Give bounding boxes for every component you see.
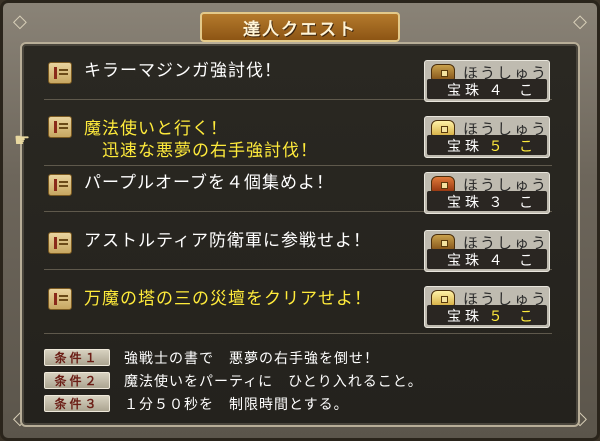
reward-item-name: 宝珠	[447, 139, 483, 155]
condition-row: 条件１ 強戦士の書で 悪夢の右手強を倒せ！	[44, 348, 552, 368]
reward-item-count: ５ こ	[488, 309, 539, 325]
scroll-icon	[48, 174, 72, 196]
condition-badge: 条件２	[44, 372, 110, 389]
quest-row[interactable]: アストルティア防衛軍に参戦せよ！ ほうしゅう 宝珠 ４ こ	[44, 226, 552, 272]
reward-item-count: ４ こ	[488, 83, 539, 99]
condition-text: １分５０秒を 制限時間とする。	[124, 397, 349, 413]
reward-box: ほうしゅう 宝珠 ５ こ	[424, 286, 550, 328]
window-title: 達人クエスト	[200, 12, 400, 42]
quest-title: パープルオーブを４個集めよ！	[84, 173, 334, 193]
treasure-chest-icon	[431, 120, 455, 136]
scroll-icon	[48, 232, 72, 254]
quest-row[interactable]: 魔法使いと行く！ 迅速な悪夢の右手強討伐！ ほうしゅう 宝珠 ５ こ	[44, 110, 552, 166]
reward-box: ほうしゅう 宝珠 ５ こ	[424, 116, 550, 158]
reward-box: ほうしゅう 宝珠 ３ こ	[424, 172, 550, 214]
quest-title: キラーマジンガ強討伐！	[84, 61, 282, 81]
conditions-panel: 条件１ 強戦士の書で 悪夢の右手強を倒せ！ 条件２ 魔法使いをパーティに ひとり…	[44, 348, 552, 418]
condition-badge: 条件１	[44, 349, 110, 366]
reward-item-count: ５ こ	[488, 139, 539, 155]
reward-item-name: 宝珠	[447, 83, 483, 99]
scroll-icon	[48, 62, 72, 84]
condition-row: 条件２ 魔法使いをパーティに ひとり入れること。	[44, 371, 552, 391]
scroll-icon	[48, 116, 72, 138]
quest-title: アストルティア防衛軍に参戦せよ！	[84, 231, 371, 251]
reward-item-count: ４ こ	[488, 253, 539, 269]
quest-title-line-2: 迅速な悪夢の右手強討伐！	[84, 141, 318, 161]
reward-item-name: 宝珠	[447, 309, 483, 325]
pointer-hand-icon: ☛	[14, 130, 31, 151]
reward-item: 宝珠 ５ こ	[427, 135, 547, 155]
corner-ornament-icon: ◇	[573, 11, 587, 32]
corner-ornament-icon: ◇	[13, 11, 27, 32]
quest-row[interactable]: 万魔の塔の三の災壇をクリアせよ！ ほうしゅう 宝珠 ５ こ	[44, 282, 552, 334]
scroll-icon	[48, 288, 72, 310]
condition-text: 強戦士の書で 悪夢の右手強を倒せ！	[124, 351, 379, 367]
reward-item: 宝珠 ５ こ	[427, 305, 547, 325]
treasure-chest-icon	[431, 176, 455, 192]
reward-box: ほうしゅう 宝珠 ４ こ	[424, 230, 550, 272]
reward-item-count: ３ こ	[488, 195, 539, 211]
treasure-chest-icon	[431, 290, 455, 306]
condition-text: 魔法使いをパーティに ひとり入れること。	[124, 374, 423, 390]
condition-row: 条件３ １分５０秒を 制限時間とする。	[44, 394, 552, 414]
treasure-chest-icon	[431, 64, 455, 80]
quest-row[interactable]: パープルオーブを４個集めよ！ ほうしゅう 宝珠 ３ こ	[44, 168, 552, 214]
reward-item: 宝珠 ４ こ	[427, 79, 547, 99]
quest-title: 万魔の塔の三の災壇をクリアせよ！	[84, 289, 372, 309]
treasure-chest-icon	[431, 234, 455, 250]
condition-badge: 条件３	[44, 395, 110, 412]
reward-item-name: 宝珠	[447, 253, 483, 269]
reward-item: 宝珠 ３ こ	[427, 191, 547, 211]
reward-box: ほうしゅう 宝珠 ４ こ	[424, 60, 550, 102]
reward-item: 宝珠 ４ こ	[427, 249, 547, 269]
reward-item-name: 宝珠	[447, 195, 483, 211]
quest-row[interactable]: キラーマジンガ強討伐！ ほうしゅう 宝珠 ４ こ	[44, 56, 552, 102]
quest-title-line-1: 魔法使いと行く！	[84, 119, 228, 139]
